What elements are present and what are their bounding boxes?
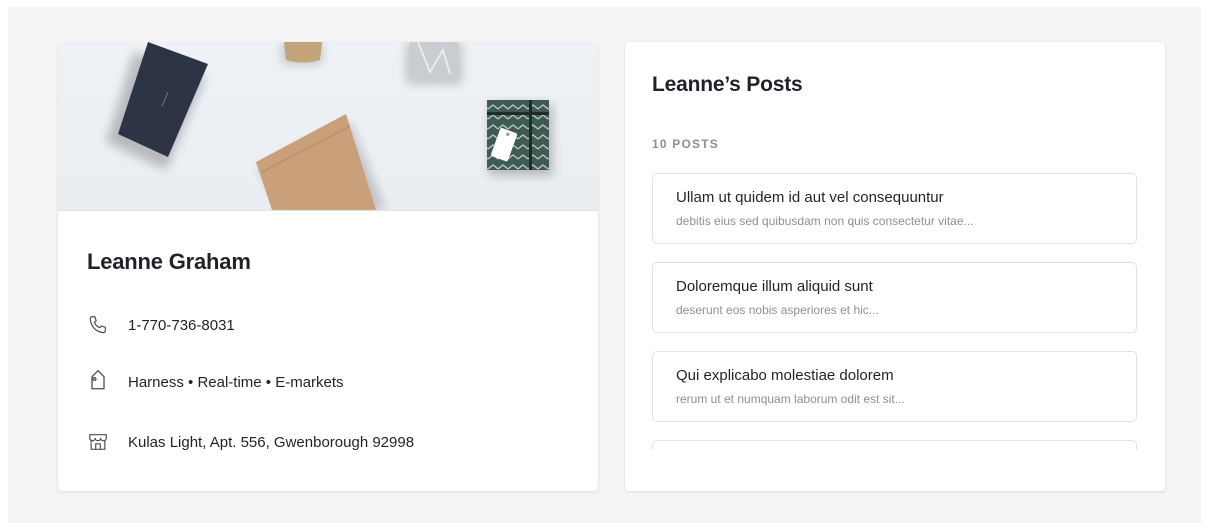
post-title: Doloremque illum aliquid sunt [676,278,873,295]
address-text: Kulas Light, Apt. 556, Gwenborough 92998 [128,433,415,451]
phone-icon [85,312,111,338]
store-icon [85,429,111,455]
tag-icon [85,369,111,395]
post-item[interactable]: Ullam ut quidem id aut vel consequuntur … [652,173,1137,244]
post-title: Ullam ut quidem id aut vel consequuntur [676,189,944,206]
post-item[interactable] [652,440,1137,450]
posts-count: 10 POSTS [652,137,719,151]
company-tags: Harness • Real-time • E-markets [128,373,344,391]
phone-row: 1-770-736-8031 [85,312,235,338]
tags-row: Harness • Real-time • E-markets [85,369,344,395]
profile-card: Leanne Graham 1-770-736-8031 Harness • R… [58,42,598,491]
post-item[interactable]: Doloremque illum aliquid sunt deserunt e… [652,262,1137,333]
profile-cover-image [58,42,598,211]
post-excerpt: rerum ut et numquam laborum odit est sit… [676,392,905,406]
post-item[interactable]: Qui explicabo molestiae dolorem rerum ut… [652,351,1137,422]
posts-heading: Leanne’s Posts [652,73,803,96]
phone-number: 1-770-736-8031 [128,316,235,334]
post-excerpt: deserunt eos nobis asperiores et hic... [676,303,879,317]
post-title: Qui explicabo molestiae dolorem [676,367,894,384]
posts-card: Leanne’s Posts 10 POSTS Ullam ut quidem … [625,42,1165,491]
address-row: Kulas Light, Apt. 556, Gwenborough 92998 [85,429,414,455]
profile-name: Leanne Graham [87,249,251,274]
post-excerpt: debitis eius sed quibusdam non quis cons… [676,214,974,228]
post-list[interactable]: Ullam ut quidem id aut vel consequuntur … [652,173,1137,450]
